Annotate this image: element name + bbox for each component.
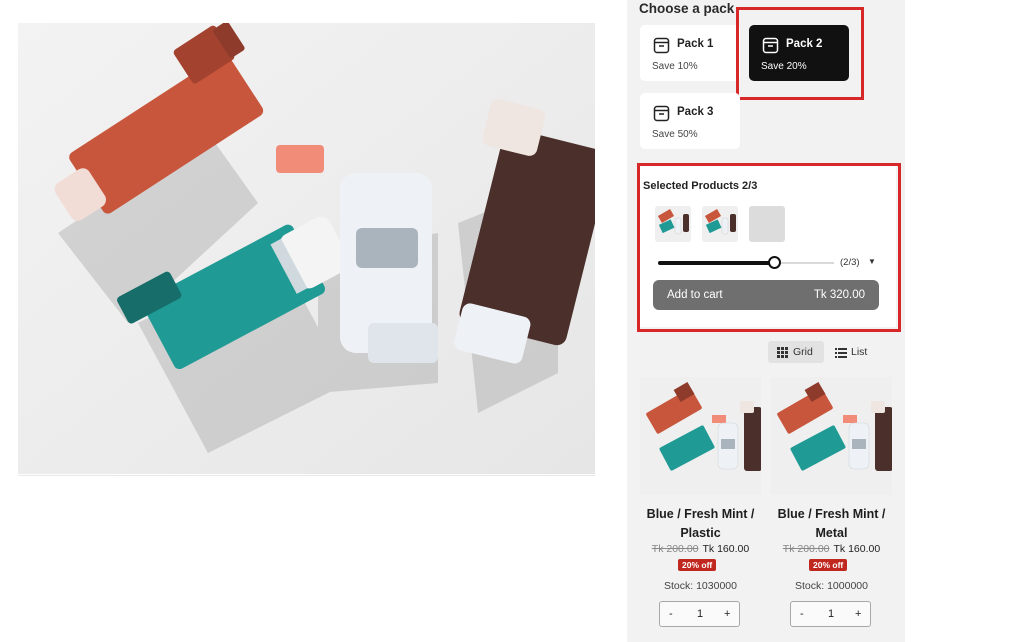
product-image bbox=[771, 377, 892, 495]
price-row: Tk 200.00 Tk 160.00 bbox=[771, 543, 892, 555]
add-to-cart-label: Add to cart bbox=[667, 289, 723, 301]
progress-knob[interactable] bbox=[768, 256, 781, 269]
product-page: Choose a pack Pack 1 Save 10% Pack 2 Sav… bbox=[0, 0, 1024, 642]
original-price: Tk 200.00 bbox=[651, 543, 699, 555]
caret-down-icon[interactable]: ▼ bbox=[868, 257, 876, 266]
progress-fill bbox=[658, 261, 775, 265]
increment-button[interactable]: + bbox=[855, 608, 861, 620]
quantity-stepper[interactable]: - 1 + bbox=[790, 601, 871, 627]
cart-total: Tk 320.00 bbox=[813, 289, 865, 301]
bundle-panel: Choose a pack Pack 1 Save 10% Pack 2 Sav… bbox=[627, 0, 905, 642]
progress-track bbox=[778, 262, 834, 264]
grid-label: Grid bbox=[793, 346, 813, 358]
quantity-stepper[interactable]: - 1 + bbox=[659, 601, 740, 627]
product-thumbnail-image bbox=[702, 206, 738, 242]
original-price: Tk 200.00 bbox=[782, 543, 830, 555]
product-card-image[interactable] bbox=[640, 377, 761, 495]
pack-name: Pack 1 bbox=[677, 38, 714, 50]
product-image bbox=[640, 377, 761, 495]
hero-product-image bbox=[18, 23, 595, 474]
increment-button[interactable]: + bbox=[724, 608, 730, 620]
decrement-button[interactable]: - bbox=[669, 608, 673, 620]
grid-view-button[interactable]: Grid bbox=[768, 341, 824, 363]
choose-pack-title: Choose a pack bbox=[639, 1, 735, 16]
list-icon bbox=[835, 348, 847, 358]
product-thumbnail-image bbox=[655, 206, 691, 242]
product-card-image[interactable] bbox=[771, 377, 892, 495]
selected-products-title: Selected Products 2/3 bbox=[643, 180, 758, 192]
progress-label: (2/3) bbox=[840, 257, 860, 268]
discount-badge: 20% off bbox=[678, 559, 717, 571]
pack-name: Pack 3 bbox=[677, 106, 714, 118]
inhalers-illustration bbox=[18, 23, 595, 474]
add-to-cart-button[interactable]: Add to cart Tk 320.00 bbox=[653, 280, 879, 310]
selected-product-thumb[interactable] bbox=[655, 206, 691, 242]
list-label: List bbox=[851, 346, 868, 358]
box-icon bbox=[653, 105, 670, 122]
pack-savings: Save 50% bbox=[652, 129, 698, 140]
pack-option-1[interactable]: Pack 1 Save 10% bbox=[640, 25, 740, 81]
sale-price: Tk 160.00 bbox=[702, 543, 750, 555]
product-title[interactable]: Blue / Fresh Mint / Metal bbox=[771, 505, 892, 543]
discount-badge: 20% off bbox=[809, 559, 848, 571]
list-view-button[interactable]: List bbox=[832, 341, 878, 363]
product-title-line: Plastic bbox=[680, 526, 721, 540]
quantity-value[interactable]: 1 bbox=[828, 608, 834, 620]
stock-label: Stock: 1000000 bbox=[795, 580, 868, 592]
selected-product-thumb[interactable] bbox=[702, 206, 738, 242]
pack-highlight-box bbox=[736, 7, 864, 100]
pack-option-3[interactable]: Pack 3 Save 50% bbox=[640, 93, 740, 149]
price-row: Tk 200.00 Tk 160.00 bbox=[640, 543, 761, 555]
product-title-line: Blue / Fresh Mint / bbox=[777, 507, 886, 521]
decrement-button[interactable]: - bbox=[800, 608, 804, 620]
grid-icon bbox=[777, 347, 788, 358]
product-title[interactable]: Blue / Fresh Mint / Plastic bbox=[640, 505, 761, 543]
sale-price: Tk 160.00 bbox=[833, 543, 881, 555]
product-title-line: Blue / Fresh Mint / bbox=[646, 507, 755, 521]
empty-product-slot[interactable] bbox=[749, 206, 785, 242]
stock-label: Stock: 1030000 bbox=[664, 580, 737, 592]
box-icon bbox=[653, 37, 670, 54]
quantity-value[interactable]: 1 bbox=[697, 608, 703, 620]
product-title-line: Metal bbox=[815, 526, 848, 540]
hero-divider bbox=[18, 475, 595, 476]
pack-savings: Save 10% bbox=[652, 61, 698, 72]
